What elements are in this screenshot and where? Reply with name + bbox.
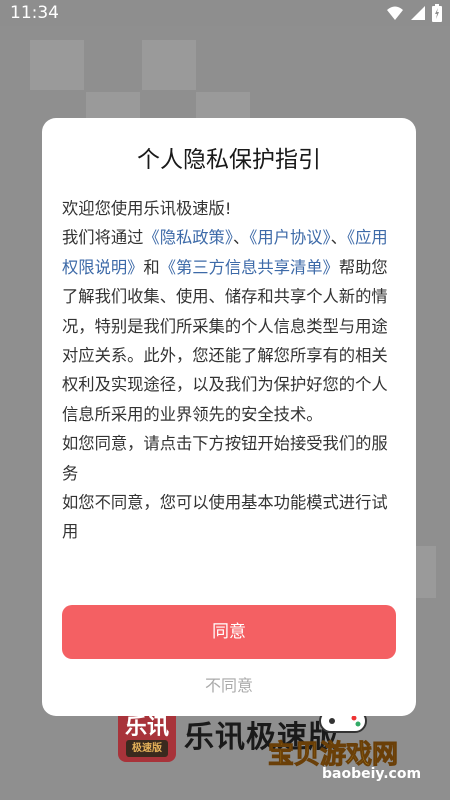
agree-button[interactable]: 同意 bbox=[62, 605, 396, 659]
signal-icon bbox=[411, 6, 425, 20]
background-tile bbox=[196, 92, 250, 118]
privacy-dialog: 个人隐私保护指引 欢迎您使用乐讯极速版! 我们将通过《隐私政策》、《用户协议》、… bbox=[42, 118, 416, 716]
status-icons bbox=[386, 4, 442, 22]
third-party-link[interactable]: 《第三方信息共享清单》 bbox=[160, 258, 339, 277]
separator-text: 、 bbox=[232, 228, 250, 248]
agree-hint-text: 如您同意，请点击下方按钮开始接受我们的服务 bbox=[62, 434, 388, 483]
intro-text: 我们将通过 bbox=[62, 228, 144, 248]
dialog-title: 个人隐私保护指引 bbox=[137, 147, 321, 173]
background-tile bbox=[142, 40, 196, 90]
separator-text: 、 bbox=[330, 228, 347, 248]
separator-text: 和 bbox=[143, 257, 160, 277]
battery-icon bbox=[432, 4, 442, 22]
policy-description: 帮助您了解我们收集、使用、储存和共享个人新的情况，特别是我们所采集的个人信息类型… bbox=[62, 257, 388, 424]
status-bar: 11:34 bbox=[0, 0, 450, 26]
decline-button[interactable]: 不同意 bbox=[42, 672, 416, 696]
background-tile bbox=[30, 40, 84, 90]
watermark-url: baobeiy.com bbox=[322, 766, 422, 782]
background-tile bbox=[416, 546, 436, 598]
policy-paragraph: 我们将通过《隐私政策》、《用户协议》、《应用权限说明》和《第三方信息共享清单》帮… bbox=[62, 223, 398, 429]
wifi-icon bbox=[387, 6, 403, 20]
dialog-body: 欢迎您使用乐讯极速版! 我们将通过《隐私政策》、《用户协议》、《应用权限说明》和… bbox=[62, 194, 398, 547]
privacy-policy-link[interactable]: 《隐私政策》 bbox=[143, 228, 233, 247]
user-agreement-link[interactable]: 《用户协议》 bbox=[249, 228, 330, 247]
status-time: 11:34 bbox=[10, 3, 59, 23]
decline-hint-text: 如您不同意，您可以使用基本功能模式进行试用 bbox=[62, 493, 388, 542]
app-logo-sub: 极速版 bbox=[126, 740, 168, 757]
greeting-text: 欢迎您使用乐讯极速版! bbox=[62, 199, 232, 218]
background-tile bbox=[86, 92, 140, 118]
site-watermark: 宝贝游戏网 baobeiy.com bbox=[226, 706, 426, 786]
